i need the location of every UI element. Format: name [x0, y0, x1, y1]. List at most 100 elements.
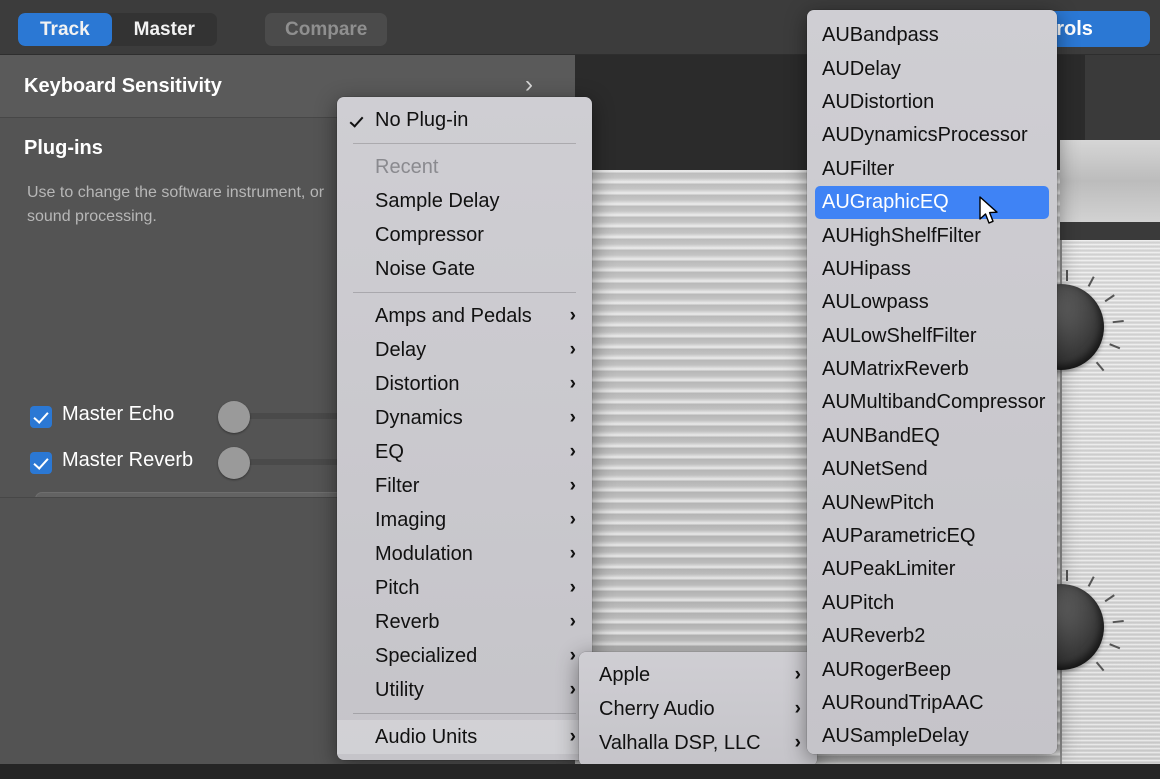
- menu-item-auhighshelffilter[interactable]: AUHighShelfFilter: [807, 219, 1057, 252]
- menu-item-label: AUDelay: [822, 57, 901, 80]
- menu-item-eq[interactable]: EQ ›: [337, 435, 592, 469]
- menu-item-filter[interactable]: Filter ›: [337, 469, 592, 503]
- instrument-panel-divider: [1060, 222, 1160, 240]
- menu-item-aureverb2[interactable]: AUReverb2: [807, 620, 1057, 653]
- menu-item-label: AURoundTripAAC: [822, 692, 984, 714]
- chevron-right-icon: ›: [794, 732, 801, 753]
- menu-item-label: AURogerBeep: [822, 658, 951, 681]
- menu-item-label: AUPeakLimiter: [822, 558, 956, 581]
- chevron-right-icon: ›: [569, 611, 576, 632]
- menu-item-noise-gate[interactable]: Noise Gate: [337, 252, 592, 286]
- menu-item-modulation[interactable]: Modulation ›: [337, 537, 592, 571]
- menu-item-auroundtripaac[interactable]: AURoundTripAAC: [807, 687, 1057, 720]
- apple-audio-units-submenu[interactable]: AUBandpass AUDelay AUDistortion AUDynamicsP…: [807, 10, 1057, 754]
- menu-item-label: AULowpass: [822, 291, 929, 314]
- menu-item-label: AUMatrixReverb: [822, 358, 969, 381]
- menu-item-aupeaklimiter[interactable]: AUPeakLimiter: [807, 553, 1057, 586]
- menu-header-recent: Recent: [337, 150, 592, 184]
- plugin-selection-menu[interactable]: No Plug-in Recent Sample Delay Compressor No…: [337, 97, 592, 760]
- menu-item-label: Reverb: [375, 610, 440, 633]
- menu-item-ausampledelay[interactable]: AUSampleDelay: [807, 720, 1057, 753]
- menu-item-audynamicsprocessor[interactable]: AUDynamicsProcessor: [807, 119, 1057, 152]
- master-reverb-label: Master Reverb: [62, 449, 194, 471]
- menu-item-label: Audio Units: [375, 725, 478, 748]
- chevron-right-icon: ›: [569, 305, 576, 326]
- plugins-description: Use to change the software instrument, o…: [27, 184, 325, 225]
- menu-item-label: Imaging: [375, 508, 447, 531]
- menu-item-delay[interactable]: Delay ›: [337, 333, 592, 367]
- menu-item-label: AULowShelfFilter: [822, 324, 977, 347]
- menu-item-label: Apple: [599, 663, 651, 686]
- menu-item-sample-delay[interactable]: Sample Delay: [337, 184, 592, 218]
- audio-units-vendor-submenu[interactable]: Apple › Cherry Audio › Valhalla DSP, LLC ›: [579, 652, 817, 766]
- checkmark-icon[interactable]: [30, 452, 52, 474]
- slider-thumb[interactable]: [218, 447, 250, 479]
- menu-item-aumatrixreverb[interactable]: AUMatrixReverb: [807, 353, 1057, 386]
- slider-thumb[interactable]: [218, 401, 250, 433]
- menu-item-amps-and-pedals[interactable]: Amps and Pedals ›: [337, 299, 592, 333]
- knob-tick: [1104, 594, 1115, 603]
- track-master-segmented-control[interactable]: Track Master: [18, 13, 217, 46]
- menu-item-label: Compressor: [375, 223, 484, 246]
- chevron-right-icon: ›: [569, 509, 576, 530]
- chevron-right-icon: ›: [569, 645, 576, 666]
- menu-item-label: Specialized: [375, 644, 478, 667]
- menu-item-label: Filter: [375, 474, 420, 497]
- menu-item-aulowpass[interactable]: AULowpass: [807, 286, 1057, 319]
- menu-item-aupitch[interactable]: AUPitch: [807, 587, 1057, 620]
- tab-master[interactable]: Master: [112, 13, 217, 46]
- menu-item-label: AUDistortion: [822, 90, 935, 113]
- knob-tick: [1066, 570, 1068, 581]
- menu-item-reverb[interactable]: Reverb ›: [337, 605, 592, 639]
- knob-tick: [1095, 361, 1105, 372]
- menu-item-label: Modulation: [375, 542, 473, 565]
- menu-item-imaging[interactable]: Imaging ›: [337, 503, 592, 537]
- menu-item-pitch[interactable]: Pitch ›: [337, 571, 592, 605]
- menu-item-label: Amps and Pedals: [375, 304, 532, 327]
- menu-item-compressor[interactable]: Compressor: [337, 218, 592, 252]
- knob-tick: [1087, 276, 1095, 287]
- menu-item-aufilter[interactable]: AUFilter: [807, 153, 1057, 186]
- menu-item-label: AUPitch: [822, 591, 895, 614]
- menu-item-utility[interactable]: Utility ›: [337, 673, 592, 707]
- menu-item-valhalla-dsp-llc[interactable]: Valhalla DSP, LLC ›: [579, 726, 817, 760]
- menu-item-augraphiceq[interactable]: AUGraphicEQ: [815, 185, 1049, 220]
- menu-item-specialized[interactable]: Specialized ›: [337, 639, 592, 673]
- menu-item-label: Delay: [375, 338, 427, 361]
- menu-item-label: Valhalla DSP, LLC: [599, 731, 761, 754]
- menu-item-aunbandeq[interactable]: AUNBandEQ: [807, 420, 1057, 453]
- menu-item-aubandpass[interactable]: AUBandpass: [807, 19, 1057, 52]
- menu-item-auhipass[interactable]: AUHipass: [807, 253, 1057, 286]
- chevron-right-icon: ›: [794, 664, 801, 685]
- chevron-right-icon: ›: [569, 441, 576, 462]
- chevron-right-icon: ›: [569, 407, 576, 428]
- chevron-right-icon: ›: [569, 726, 576, 747]
- menu-item-audistortion[interactable]: AUDistortion: [807, 86, 1057, 119]
- menu-item-label: AUNBandEQ: [822, 424, 940, 447]
- chevron-right-icon: ›: [569, 679, 576, 700]
- menu-item-audelay[interactable]: AUDelay: [807, 52, 1057, 85]
- menu-item-label: AUDynamicsProcessor: [822, 124, 1028, 147]
- knob-tick: [1104, 294, 1115, 303]
- checkmark-icon[interactable]: [30, 406, 52, 428]
- menu-item-aunetsend[interactable]: AUNetSend: [807, 453, 1057, 486]
- menu-item-label: No Plug-in: [375, 108, 469, 131]
- menu-item-aurogerbeep[interactable]: AURogerBeep: [807, 653, 1057, 686]
- menu-item-label: AUNewPitch: [822, 491, 935, 514]
- menu-item-label: AUReverb2: [822, 625, 926, 648]
- menu-item-audio-units[interactable]: Audio Units ›: [337, 720, 592, 754]
- menu-item-aulowshelffilter[interactable]: AULowShelfFilter: [807, 320, 1057, 353]
- tab-track[interactable]: Track: [18, 13, 112, 46]
- menu-item-distortion[interactable]: Distortion ›: [337, 367, 592, 401]
- menu-item-dynamics[interactable]: Dynamics ›: [337, 401, 592, 435]
- menu-item-apple[interactable]: Apple ›: [579, 658, 817, 692]
- menu-item-aumultibandcompressor[interactable]: AUMultibandCompressor: [807, 386, 1057, 419]
- menu-item-aunewpitch[interactable]: AUNewPitch: [807, 486, 1057, 519]
- menu-item-label: AUGraphicEQ: [822, 191, 949, 214]
- menu-item-cherry-audio[interactable]: Cherry Audio ›: [579, 692, 817, 726]
- menu-item-auparametriceq[interactable]: AUParametricEQ: [807, 520, 1057, 553]
- plugins-title: Plug-ins: [24, 137, 103, 159]
- menu-item-no-plug-in[interactable]: No Plug-in: [337, 103, 592, 137]
- menu-item-label: AUHighShelfFilter: [822, 224, 981, 247]
- compare-button[interactable]: Compare: [265, 13, 388, 46]
